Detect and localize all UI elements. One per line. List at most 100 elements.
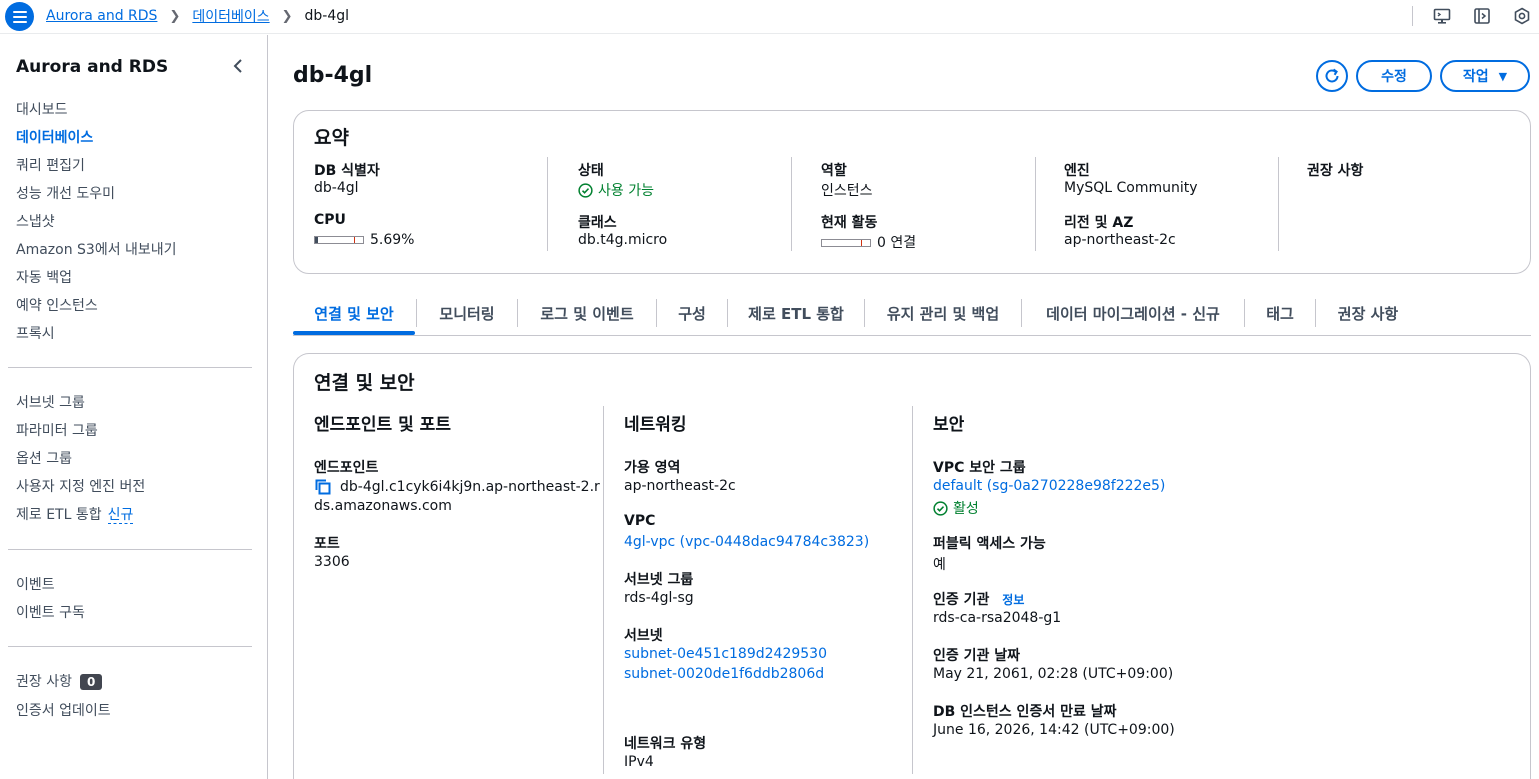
endpoint-value: db-4gl.c1cyk6i4kj9n.ap-northeast-2.r xyxy=(314,478,600,496)
activity-bar xyxy=(821,239,871,247)
console-toolbar-icon[interactable] xyxy=(1471,5,1493,27)
class-label: 클래스 xyxy=(578,215,617,231)
endpoint-label: 엔드포인트 xyxy=(314,460,379,476)
activity-value: 0 연결 xyxy=(821,232,916,252)
sidebar-item-proxies[interactable]: 프록시 xyxy=(16,323,55,343)
tab-monitoring[interactable]: 모니터링 xyxy=(417,293,517,333)
vpc-label: VPC xyxy=(624,513,656,529)
chevron-right-icon: ❯ xyxy=(281,8,293,24)
port-value: 3306 xyxy=(314,554,350,570)
engine-label: 엔진 xyxy=(1064,163,1090,179)
status-text: 사용 가능 xyxy=(598,183,654,199)
sidebar-item-subnet-groups[interactable]: 서브넷 그룹 xyxy=(16,392,85,412)
security-group-status-text: 활성 xyxy=(953,501,979,517)
cpu-percent: 5.69% xyxy=(370,232,415,248)
breadcrumb-current: db-4gl xyxy=(304,8,350,24)
breadcrumb-databases[interactable]: 데이터베이스 xyxy=(192,6,269,26)
ca-label-text: 인증 기관 xyxy=(933,592,990,608)
copy-icon[interactable] xyxy=(314,478,332,496)
breadcrumb-aurora-rds[interactable]: Aurora and RDS xyxy=(46,8,157,24)
activity-text: 0 연결 xyxy=(877,235,917,251)
check-circle-icon xyxy=(933,500,948,516)
sidebar-item-query-editor[interactable]: 쿼리 편집기 xyxy=(16,155,85,175)
breadcrumb: Aurora and RDS ❯ 데이터베이스 ❯ db-4gl xyxy=(46,0,349,32)
sidebar-item-zero-etl[interactable]: 제로 ETL 통합 신규 xyxy=(16,504,134,524)
cloudshell-icon[interactable] xyxy=(1431,5,1453,27)
security-group-status: 활성 xyxy=(933,498,979,518)
sidebar-item-s3-export[interactable]: Amazon S3에서 내보내기 xyxy=(16,239,177,259)
sidebar-item-label: 권장 사항 xyxy=(16,674,72,690)
recommendations-label: 권장 사항 xyxy=(1307,163,1364,179)
security-group-label: VPC 보안 그룹 xyxy=(933,460,1026,476)
activity-label: 현재 활동 xyxy=(821,215,878,231)
caret-down-icon: ▼ xyxy=(1498,69,1508,83)
ca-info-link[interactable]: 정보 xyxy=(1002,593,1024,607)
sidebar-item-recommendations[interactable]: 권장 사항 0 xyxy=(16,671,103,691)
tab-bar: 연결 및 보안 모니터링 로그 및 이벤트 구성 제로 ETL 통합 유지 관리… xyxy=(293,293,1531,336)
tab-zero-etl[interactable]: 제로 ETL 통합 xyxy=(728,293,864,333)
subnet-link[interactable]: subnet-0020de1f6ddb2806d xyxy=(624,666,824,682)
divider xyxy=(603,406,604,774)
tab-connectivity[interactable]: 연결 및 보안 xyxy=(293,293,415,335)
sidebar-item-auto-backups[interactable]: 자동 백업 xyxy=(16,267,72,287)
tab-logs-events[interactable]: 로그 및 이벤트 xyxy=(518,293,656,333)
sidebar: Aurora and RDS 대시보드 데이터베이스 쿼리 편집기 성능 개선 … xyxy=(0,35,268,779)
endpoint-line-1: db-4gl.c1cyk6i4kj9n.ap-northeast-2.r xyxy=(340,479,600,495)
sidebar-item-custom-engine-versions[interactable]: 사용자 지정 엔진 버전 xyxy=(16,476,145,496)
security-group-link[interactable]: default (sg-0a270228e98f222e5) xyxy=(933,478,1165,494)
sidebar-item-reserved-instances[interactable]: 예약 인스턴스 xyxy=(16,295,98,315)
check-circle-icon xyxy=(578,182,593,198)
cpu-value: 5.69% xyxy=(314,232,414,248)
divider xyxy=(1278,157,1279,251)
divider xyxy=(547,157,548,251)
region-value: ap-northeast-2c xyxy=(1064,232,1176,248)
sidebar-item-certificate-update[interactable]: 인증서 업데이트 xyxy=(16,700,111,720)
role-label: 역할 xyxy=(821,163,847,179)
network-type-value: IPv4 xyxy=(624,754,654,770)
sidebar-item-dashboard[interactable]: 대시보드 xyxy=(16,99,68,119)
chevron-left-icon[interactable] xyxy=(228,55,248,77)
subnet-link[interactable]: subnet-0e451c189d2429530 xyxy=(624,646,827,662)
modify-button[interactable]: 수정 xyxy=(1356,60,1432,92)
status-label: 상태 xyxy=(578,163,604,179)
settings-icon[interactable] xyxy=(1511,5,1533,27)
ca-value: rds-ca-rsa2048-g1 xyxy=(933,610,1062,626)
vpc-link[interactable]: 4gl-vpc (vpc-0448dac94784c3823) xyxy=(624,534,869,550)
cpu-label: CPU xyxy=(314,212,346,228)
tab-data-migration[interactable]: 데이터 마이그레이션 - 신규 xyxy=(1022,293,1244,333)
tab-tags[interactable]: 태그 xyxy=(1245,293,1315,333)
public-access-label: 퍼블릭 액세스 가능 xyxy=(933,536,1046,552)
divider xyxy=(791,157,792,251)
sidebar-item-option-groups[interactable]: 옵션 그룹 xyxy=(16,448,72,468)
region-label: 리전 및 AZ xyxy=(1064,215,1134,231)
actions-label: 작업 xyxy=(1462,69,1489,85)
sidebar-item-event-subscriptions[interactable]: 이벤트 구독 xyxy=(16,602,85,622)
sidebar-item-snapshots[interactable]: 스냅샷 xyxy=(16,211,55,231)
refresh-button[interactable] xyxy=(1316,60,1348,92)
network-type-label: 네트워크 유형 xyxy=(624,736,707,752)
chevron-right-icon: ❯ xyxy=(169,8,181,24)
connectivity-card: 연결 및 보안 엔드포인트 및 포트 엔드포인트 db-4gl.c1cyk6i4… xyxy=(293,353,1531,779)
endpoint-line-2: ds.amazonaws.com xyxy=(314,498,452,514)
status-value: 사용 가능 xyxy=(578,180,654,200)
sidebar-item-label: 제로 ETL 통합 xyxy=(16,507,102,523)
menu-icon[interactable] xyxy=(5,2,34,31)
subnet-group-value: rds-4gl-sg xyxy=(624,590,694,606)
tab-configuration[interactable]: 구성 xyxy=(657,293,727,333)
cpu-usage-bar xyxy=(314,236,364,244)
actions-button[interactable]: 작업 ▼ xyxy=(1440,60,1530,92)
sidebar-item-parameter-groups[interactable]: 파라미터 그룹 xyxy=(16,420,98,440)
role-value: 인스턴스 xyxy=(821,183,873,199)
security-section-title: 보안 xyxy=(933,415,965,435)
subnet-group-label: 서브넷 그룹 xyxy=(624,572,694,588)
tab-recommendations[interactable]: 권장 사항 xyxy=(1316,293,1420,333)
divider xyxy=(1412,6,1413,26)
divider xyxy=(8,646,252,647)
tab-maintenance-backups[interactable]: 유지 관리 및 백업 xyxy=(865,293,1021,333)
cert-expiry-value: June 16, 2026, 14:42 (UTC+09:00) xyxy=(933,722,1175,738)
sidebar-item-databases[interactable]: 데이터베이스 xyxy=(16,127,93,147)
public-access-value: 예 xyxy=(933,557,946,573)
subnets-label: 서브넷 xyxy=(624,628,663,644)
sidebar-item-events[interactable]: 이벤트 xyxy=(16,574,55,594)
sidebar-item-performance-insights[interactable]: 성능 개선 도우미 xyxy=(16,183,115,203)
